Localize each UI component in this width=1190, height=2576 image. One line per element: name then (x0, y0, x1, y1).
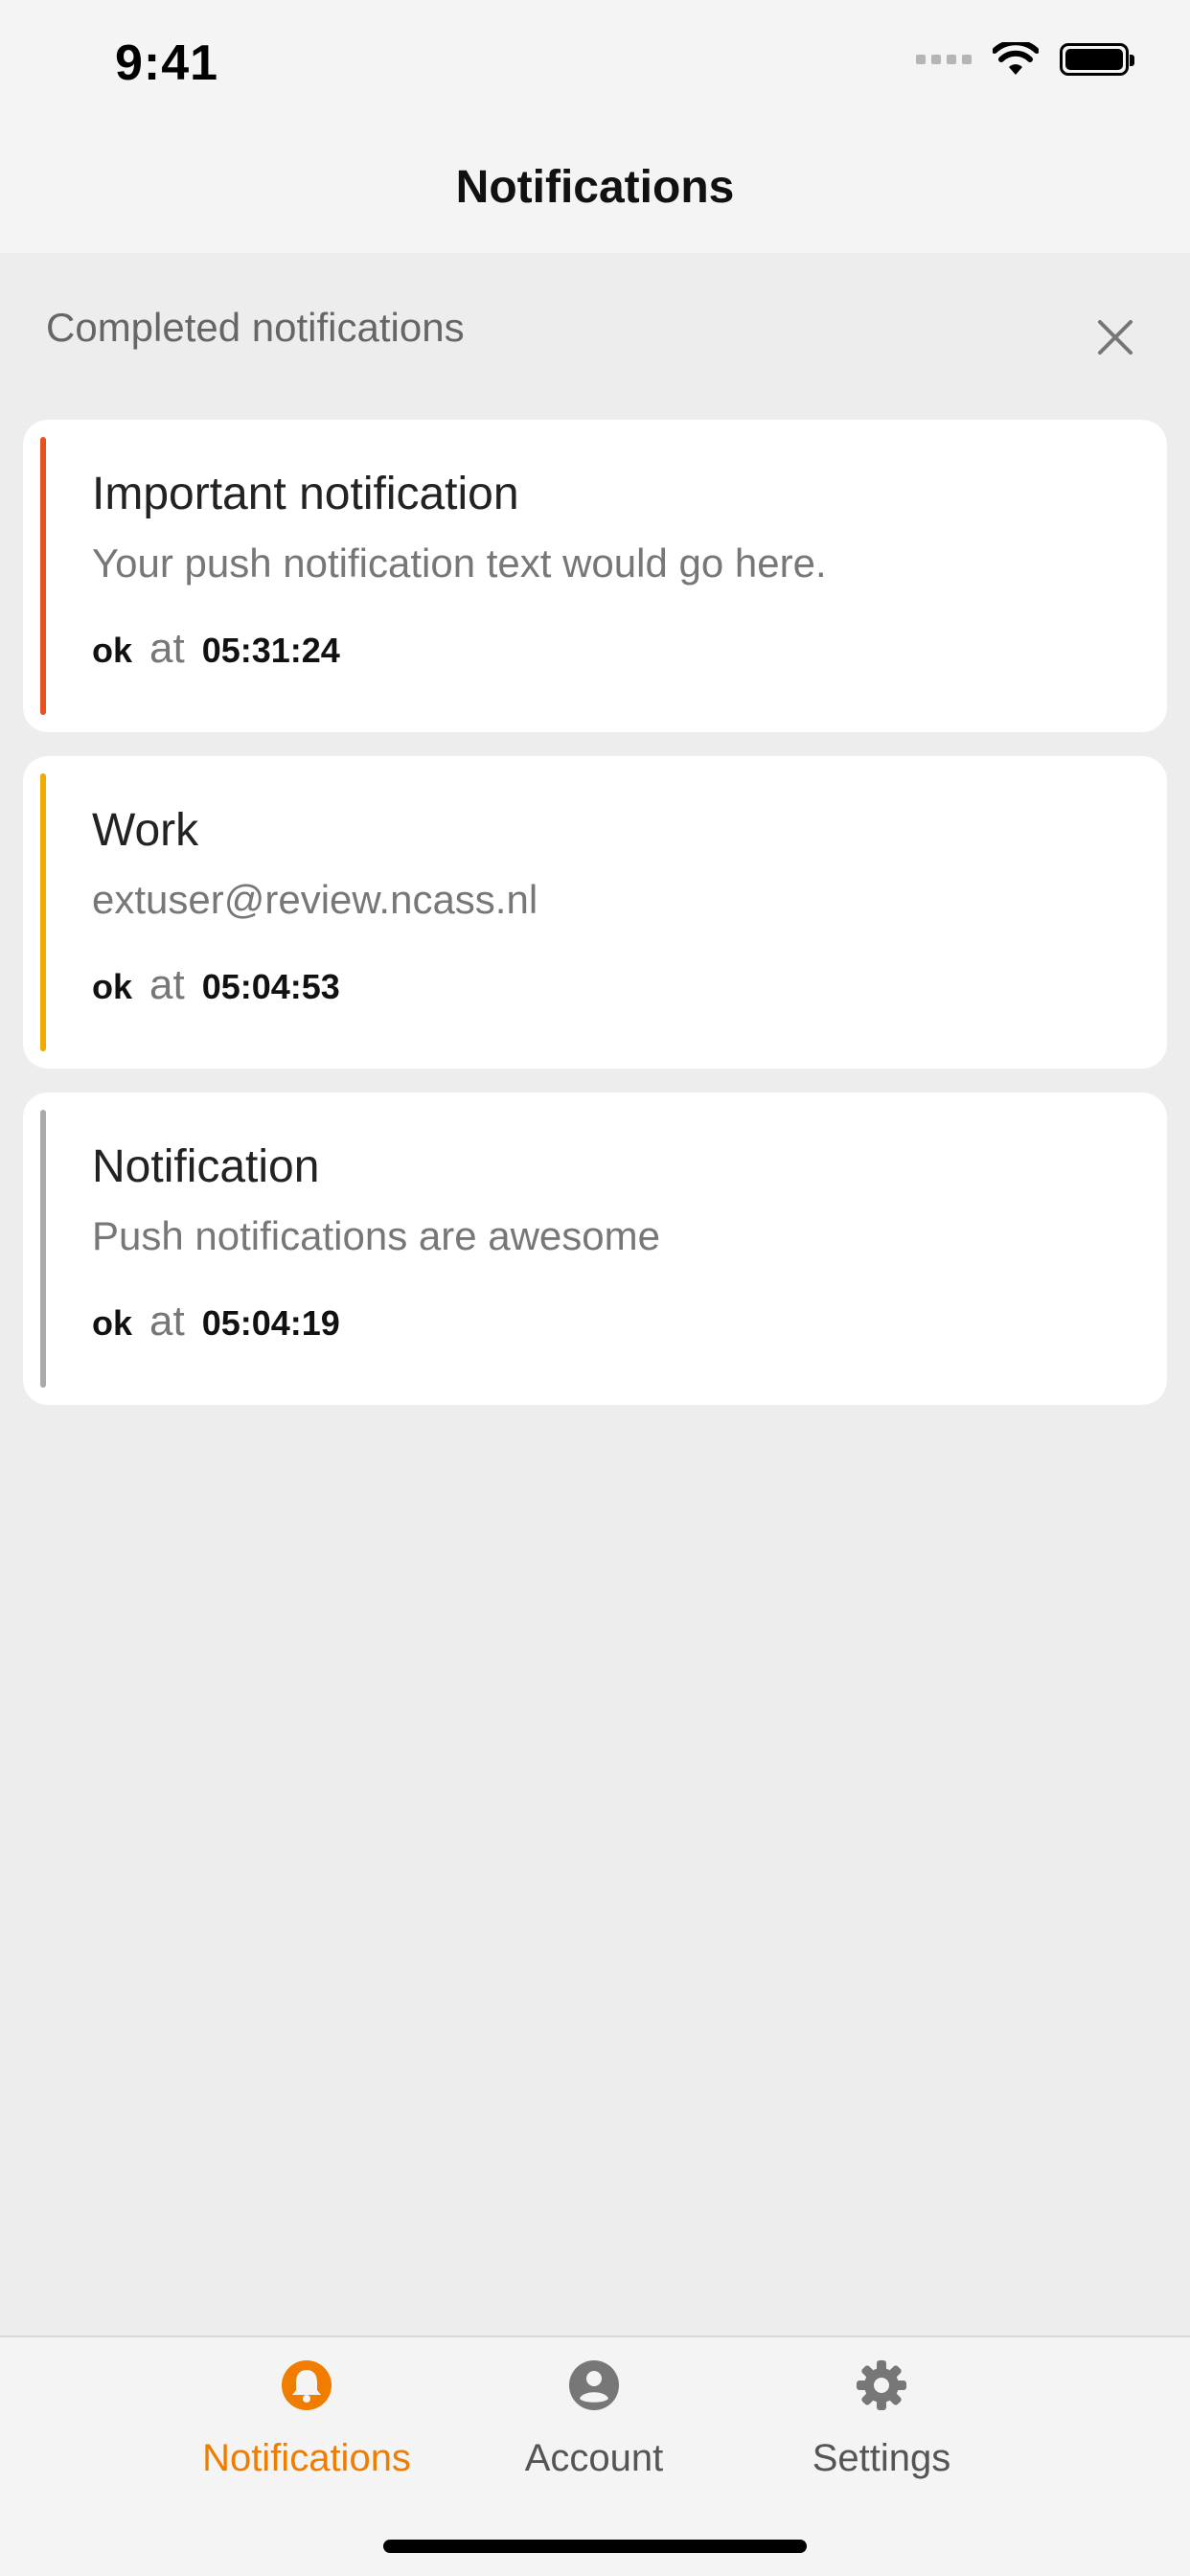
notification-body: Push notifications are awesome (92, 1213, 660, 1258)
notification-time: 05:04:19 (201, 1303, 340, 1343)
bell-icon (282, 2360, 332, 2410)
cellular-signal-icon (916, 55, 972, 64)
notification-status: ok (92, 631, 133, 670)
notification-card[interactable]: Notification Push notifications are awes… (23, 1092, 1167, 1405)
tab-settings[interactable]: Settings (738, 2357, 1025, 2480)
priority-bar (40, 773, 46, 1051)
priority-bar (40, 437, 46, 715)
wifi-icon (993, 42, 1039, 75)
notification-title: Important notification (92, 469, 519, 519)
notification-body: Your push notification text would go her… (92, 540, 827, 586)
priority-bar (40, 1110, 46, 1388)
notification-card[interactable]: Important notification Your push notific… (23, 420, 1167, 732)
status-time: 9:41 (115, 35, 219, 91)
home-indicator (383, 2540, 807, 2553)
notification-meta: ok at 05:04:53 (92, 961, 340, 1009)
tab-label: Account (524, 2437, 664, 2479)
account-icon (569, 2360, 619, 2410)
notification-status: ok (92, 1303, 133, 1343)
notification-title: Notification (92, 1141, 320, 1192)
top-bar: 9:41 Notifications (0, 0, 1190, 253)
page-title: Notifications (455, 162, 735, 213)
battery-icon (1060, 43, 1134, 76)
notification-time: 05:04:53 (201, 967, 340, 1006)
tab-label: Settings (812, 2437, 951, 2479)
section-label: Completed notifications (46, 305, 465, 350)
notification-time: 05:31:24 (201, 631, 340, 670)
notification-status: ok (92, 967, 133, 1006)
tab-label: Notifications (202, 2437, 411, 2479)
tab-account[interactable]: Account (450, 2357, 738, 2480)
notification-meta: ok at 05:31:24 (92, 625, 340, 673)
at-label: at (149, 1298, 185, 1345)
tab-notifications[interactable]: Notifications (163, 2357, 450, 2480)
at-label: at (149, 961, 185, 1008)
notification-list: Important notification Your push notific… (23, 420, 1167, 1429)
notification-body: extuser@review.ncass.nl (92, 877, 538, 922)
notification-card[interactable]: Work extuser@review.ncass.nl ok at 05:04… (23, 756, 1167, 1069)
notification-title: Work (92, 805, 199, 856)
gear-icon (857, 2360, 906, 2410)
close-icon[interactable] (1094, 316, 1136, 358)
section-header: Completed notifications (0, 253, 1190, 416)
at-label: at (149, 625, 185, 672)
notification-meta: ok at 05:04:19 (92, 1298, 340, 1346)
status-icons (916, 42, 1134, 77)
